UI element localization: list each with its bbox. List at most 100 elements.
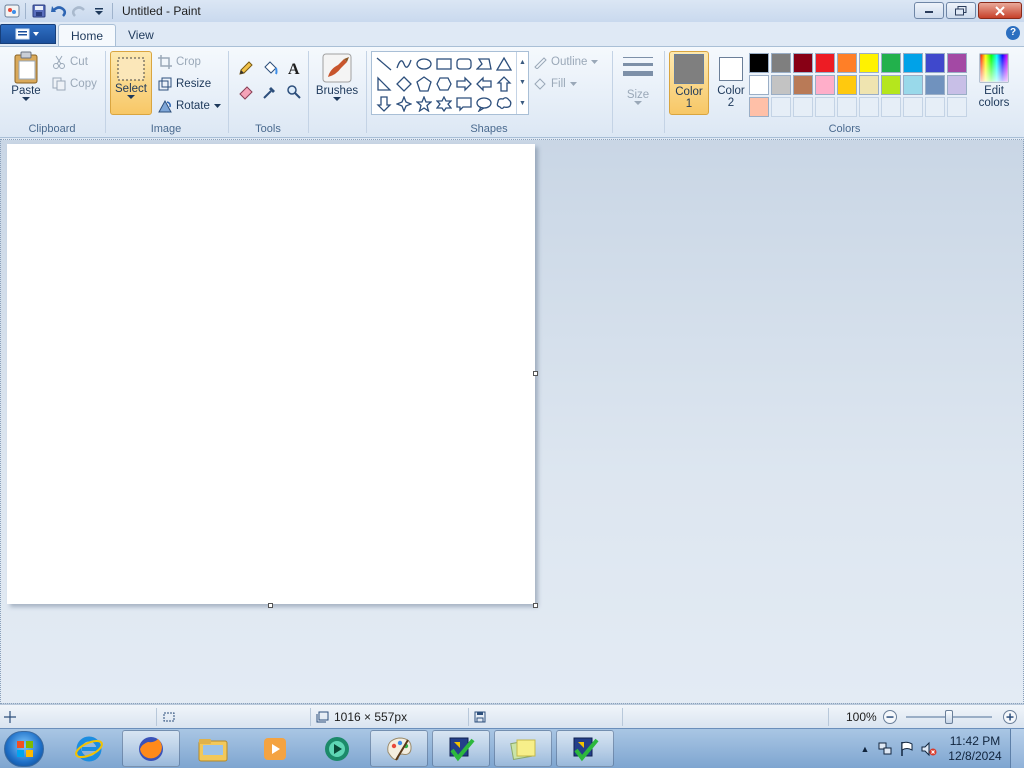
taskbar-paint[interactable]	[370, 730, 428, 767]
edit-colors-button[interactable]: Edit colors	[975, 51, 1013, 115]
palette-color-swatch[interactable]	[793, 75, 813, 95]
hexagon-shape-icon[interactable]	[434, 74, 454, 94]
left-arrow-shape-icon[interactable]	[474, 74, 494, 94]
rotate-button[interactable]: Rotate	[158, 97, 221, 115]
palette-color-swatch[interactable]	[925, 75, 945, 95]
brushes-button[interactable]: Brushes	[313, 51, 361, 102]
customize-qat-icon[interactable]	[89, 1, 109, 21]
palette-color-swatch[interactable]	[771, 75, 791, 95]
eraser-icon[interactable]	[235, 81, 257, 103]
palette-color-swatch[interactable]	[903, 75, 923, 95]
custom-color-slot[interactable]	[881, 97, 901, 117]
custom-color-slot[interactable]	[771, 97, 791, 117]
shapes-scrollbar[interactable]: ▲ ▼ ▼	[516, 52, 528, 114]
resize-handle-right[interactable]	[533, 371, 538, 376]
custom-color-slot[interactable]	[859, 97, 879, 117]
resize-handle-corner[interactable]	[533, 603, 538, 608]
right-triangle-shape-icon[interactable]	[374, 74, 394, 94]
paint-app-icon[interactable]	[2, 1, 22, 21]
rectangle-shape-icon[interactable]	[434, 54, 454, 74]
palette-color-swatch[interactable]	[859, 75, 879, 95]
palette-color-swatch[interactable]	[881, 53, 901, 73]
taskbar-media-center[interactable]	[308, 730, 366, 767]
taskbar-task-app-2[interactable]	[556, 730, 614, 767]
palette-color-swatch[interactable]	[749, 53, 769, 73]
color1-button[interactable]: Color 1	[669, 51, 709, 115]
tab-home[interactable]: Home	[58, 24, 117, 46]
palette-color-swatch[interactable]	[815, 75, 835, 95]
show-hidden-icons-icon[interactable]: ▲	[856, 744, 874, 754]
paint-menu-button[interactable]	[0, 24, 56, 44]
fill-button[interactable]: Fill	[533, 75, 577, 93]
taskbar-task-app-1[interactable]	[432, 730, 490, 767]
size-button[interactable]: Size	[617, 53, 659, 106]
minimize-button[interactable]	[914, 2, 944, 19]
palette-color-swatch[interactable]	[749, 97, 769, 117]
cut-button[interactable]: Cut	[52, 53, 88, 71]
close-button[interactable]	[978, 2, 1022, 19]
palette-color-swatch[interactable]	[837, 75, 857, 95]
palette-color-swatch[interactable]	[881, 75, 901, 95]
outline-button[interactable]: Outline	[533, 53, 599, 71]
taskbar-sticky-notes[interactable]	[494, 730, 552, 767]
taskbar-file-explorer[interactable]	[184, 730, 242, 767]
restore-button[interactable]	[946, 2, 976, 19]
action-center-flag-icon[interactable]	[896, 741, 918, 757]
pentagon-shape-icon[interactable]	[414, 74, 434, 94]
palette-color-swatch[interactable]	[903, 53, 923, 73]
custom-color-slot[interactable]	[815, 97, 835, 117]
zoom-in-button[interactable]	[1002, 708, 1018, 726]
color2-button[interactable]: Color 2	[711, 51, 751, 115]
color-picker-icon[interactable]	[259, 81, 281, 103]
pencil-icon[interactable]	[235, 57, 257, 79]
custom-color-slot[interactable]	[947, 97, 967, 117]
scroll-up-icon[interactable]: ▲	[519, 59, 526, 66]
drawing-canvas[interactable]	[7, 144, 535, 604]
palette-color-swatch[interactable]	[771, 53, 791, 73]
expand-gallery-icon[interactable]: ▼	[519, 100, 526, 107]
six-point-star-shape-icon[interactable]	[434, 94, 454, 114]
rounded-rectangle-shape-icon[interactable]	[454, 54, 474, 74]
resize-handle-bottom[interactable]	[268, 603, 273, 608]
four-point-star-shape-icon[interactable]	[394, 94, 414, 114]
curve-shape-icon[interactable]	[394, 54, 414, 74]
custom-color-slot[interactable]	[837, 97, 857, 117]
tab-view[interactable]: View	[116, 24, 166, 46]
select-button[interactable]: Select	[110, 51, 152, 115]
taskbar-media-player[interactable]	[246, 730, 304, 767]
help-icon[interactable]: ?	[1006, 26, 1020, 40]
text-icon[interactable]: A	[283, 57, 305, 79]
clock[interactable]: 11:42 PM 12/8/2024	[940, 734, 1010, 764]
custom-color-slot[interactable]	[925, 97, 945, 117]
down-arrow-shape-icon[interactable]	[374, 94, 394, 114]
polygon-shape-icon[interactable]	[474, 54, 494, 74]
palette-color-swatch[interactable]	[793, 53, 813, 73]
network-icon[interactable]	[874, 741, 896, 757]
save-icon[interactable]	[29, 1, 49, 21]
magnifier-icon[interactable]	[283, 81, 305, 103]
oval-callout-shape-icon[interactable]	[474, 94, 494, 114]
fill-bucket-icon[interactable]	[259, 57, 281, 79]
zoom-slider[interactable]	[906, 708, 994, 726]
redo-icon[interactable]	[69, 1, 89, 21]
taskbar-internet-explorer[interactable]	[60, 730, 118, 767]
paste-button[interactable]: Paste	[6, 51, 46, 102]
copy-button[interactable]: Copy	[52, 75, 97, 93]
scroll-down-icon[interactable]: ▼	[519, 79, 526, 86]
oval-shape-icon[interactable]	[414, 54, 434, 74]
start-button[interactable]	[4, 731, 44, 767]
custom-color-slot[interactable]	[793, 97, 813, 117]
right-arrow-shape-icon[interactable]	[454, 74, 474, 94]
custom-color-slot[interactable]	[903, 97, 923, 117]
up-arrow-shape-icon[interactable]	[494, 74, 514, 94]
palette-color-swatch[interactable]	[749, 75, 769, 95]
canvas-workspace[interactable]	[0, 139, 1024, 704]
volume-muted-icon[interactable]	[918, 741, 940, 757]
palette-color-swatch[interactable]	[837, 53, 857, 73]
palette-color-swatch[interactable]	[947, 53, 967, 73]
cloud-callout-shape-icon[interactable]	[494, 94, 514, 114]
show-desktop-button[interactable]	[1010, 729, 1024, 768]
palette-color-swatch[interactable]	[925, 53, 945, 73]
resize-button[interactable]: Resize	[158, 75, 211, 93]
zoom-slider-thumb[interactable]	[945, 710, 953, 724]
